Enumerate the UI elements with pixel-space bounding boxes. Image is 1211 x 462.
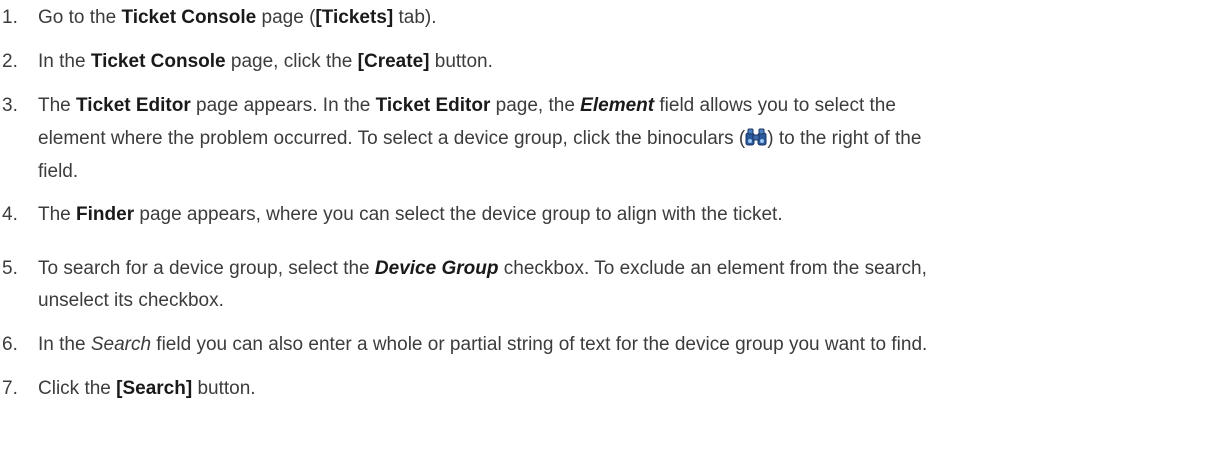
step-text: checkbox. To exclude an element from the…	[498, 258, 927, 279]
field-name: Element	[580, 95, 655, 116]
step-text: field.	[38, 161, 79, 182]
step-text: The	[38, 95, 77, 116]
step-text: In the	[38, 334, 91, 355]
step-number: 5.	[2, 258, 18, 279]
step-number: 6.	[2, 334, 18, 355]
step-4: 4. The Finder page appears, where you can…	[2, 198, 1203, 231]
step-text: Click the	[38, 378, 117, 399]
step-number: 4.	[2, 204, 18, 225]
step-7: 7. Click the [Search] button.	[2, 372, 1203, 405]
field-name: Search	[90, 334, 152, 355]
step-text: ) to the right of the	[767, 128, 922, 149]
binoculars-icon	[745, 124, 767, 146]
step-text: field you can also enter a whole or part…	[151, 334, 928, 355]
page-name: Ticket Editor	[375, 95, 491, 116]
checkbox-name: Device Group	[374, 258, 499, 279]
step-number: 3.	[2, 95, 18, 116]
page-name: Ticket Editor	[76, 95, 191, 116]
step-3-line-3: field.	[38, 155, 1203, 188]
step-text: element where the problem occurred. To s…	[38, 128, 746, 149]
step-6: 6. In the Search field you can also enter…	[2, 328, 1203, 361]
step-text: page, the	[490, 95, 581, 116]
step-text: page (	[256, 7, 316, 28]
step-text: The	[38, 204, 77, 225]
step-text: field allows you to select the	[654, 95, 896, 116]
step-number: 7.	[2, 378, 18, 399]
step-text: unselect its checkbox.	[38, 290, 224, 311]
step-3-line-2: element where the problem occurred. To s…	[38, 122, 1203, 155]
tab-name: [Tickets]	[315, 7, 394, 28]
page-name: Finder	[76, 204, 135, 225]
step-text: Go to the	[38, 7, 122, 28]
step-1: 1. Go to the Ticket Console page ([Ticket…	[2, 1, 1203, 34]
step-3: 3. The Ticket Editor page appears. In the…	[2, 89, 1203, 122]
page-name: Ticket Console	[90, 51, 226, 72]
step-number: 2.	[2, 51, 18, 72]
step-5-line-2: unselect its checkbox.	[38, 284, 1203, 317]
step-text: To search for a device group, select the	[38, 258, 375, 279]
step-5: 5. To search for a device group, select t…	[2, 252, 1203, 285]
procedure-document: 1. Go to the Ticket Console page ([Ticket…	[0, 0, 1211, 462]
button-name: [Create]	[357, 51, 430, 72]
button-name: [Search]	[116, 378, 193, 399]
step-text: page appears. In the	[190, 95, 376, 116]
step-text: page, click the	[225, 51, 358, 72]
step-number: 1.	[2, 7, 18, 28]
step-text: tab).	[393, 7, 437, 28]
step-text: page appears, where you can select the d…	[134, 204, 783, 225]
step-text: button.	[192, 378, 256, 399]
step-text: In the	[38, 51, 91, 72]
page-name: Ticket Console	[121, 7, 257, 28]
step-2: 2. In the Ticket Console page, click the …	[2, 45, 1203, 78]
step-text: button.	[429, 51, 493, 72]
